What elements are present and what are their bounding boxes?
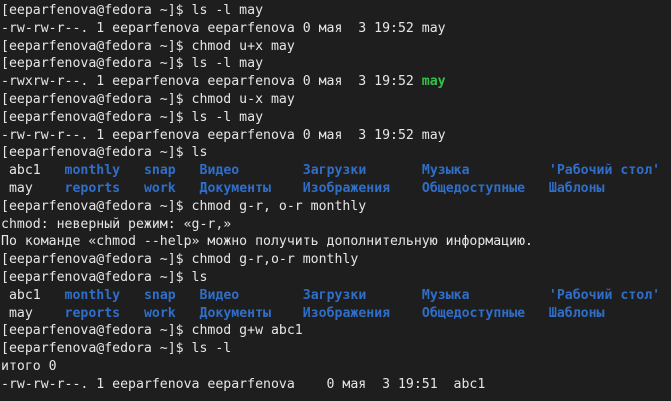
terminal-line: [eeparfenova@fedora ~]$ ls -l may [1,109,671,127]
terminal-line: -rw-rw-r--. 1 eeparfenova eeparfenova 0 … [1,20,671,38]
terminal-line: итого 0 [1,358,671,376]
terminal-text: [eeparfenova@fedora ~]$ ls -l [1,341,232,357]
directory-name: Музыка [421,287,470,303]
terminal-output[interactable]: [eeparfenova@fedora ~]$ ls -l may -rw-rw-… [0,0,671,401]
terminal-text: abc1 [1,163,65,179]
directory-name: 'Рабочий стол' [548,287,661,303]
terminal-text: По команде «chmod --help» можно получить… [1,234,533,250]
terminal-line: [eeparfenova@fedora ~]$ chmod u+x may [1,38,671,56]
terminal-line: abc1 monthly snap Видео Загрузки Музыка … [1,162,671,180]
terminal-text: [eeparfenova@fedora ~]$ ls -l may [1,56,264,72]
directory-name: Изображения [302,305,391,321]
directory-name: reports [64,305,121,321]
directory-name: Документы [199,305,271,321]
directory-name: Шаблоны [548,180,605,196]
terminal-line: -rw-rw-r--. 1 eeparfenova eeparfenova 0 … [1,376,671,394]
terminal-text: may [1,180,65,196]
terminal-text: [eeparfenova@fedora ~]$ chmod g-r, o-r m… [1,198,367,214]
terminal-line: -rwxrw-r--. 1 eeparfenova eeparfenova 0 … [1,73,671,91]
terminal-text: [eeparfenova@fedora ~]$ chmod u+x may [1,38,295,54]
directory-name: 'Рабочий стол' [548,163,661,179]
terminal-line: may reports work Документы Изображения О… [1,180,671,198]
directory-name: Общедоступные [421,180,526,196]
terminal-text: abc1 [1,287,65,303]
directory-name: work [143,305,176,321]
directory-name: Изображения [302,180,391,196]
directory-name: Видео [199,287,240,303]
terminal-line: chmod: неверный режим: «g-r,» [1,216,671,234]
directory-name: Шаблоны [548,305,605,321]
directory-name: snap [143,287,176,303]
terminal-line: [eeparfenova@fedora ~]$ ls [1,144,671,162]
directory-name: Загрузки [302,287,367,303]
executable-file-name: may [421,74,446,90]
directory-name: snap [143,163,176,179]
terminal-text: итого 0 [1,358,57,374]
terminal-line: [eeparfenova@fedora ~]$ chmod g-r,o-r mo… [1,251,671,269]
terminal-text: [eeparfenova@fedora ~]$ chmod g+w abc1 [1,323,303,339]
terminal-text: [eeparfenova@fedora ~]$ chmod u-x may [1,91,295,107]
directory-name: reports [64,180,121,196]
terminal-line: [eeparfenova@fedora ~]$ ls -l may [1,2,671,20]
terminal-text: -rwxrw-r--. 1 eeparfenova eeparfenova 0 … [1,74,422,90]
terminal-text: may [1,305,65,321]
directory-name: Музыка [421,163,470,179]
terminal-text: [eeparfenova@fedora ~]$ ls [1,145,208,161]
terminal-line: [eeparfenova@fedora ~]$ ls -l [1,340,671,358]
terminal-text: [eeparfenova@fedora ~]$ chmod g-r,o-r mo… [1,252,359,268]
directory-name: monthly [64,163,121,179]
terminal-text: [eeparfenova@fedora ~]$ ls -l may [1,109,264,125]
directory-name: Видео [199,163,240,179]
terminal-line: [eeparfenova@fedora ~]$ chmod g+w abc1 [1,322,671,340]
terminal-text: [eeparfenova@fedora ~]$ ls -l may [1,3,264,18]
terminal-line: [eeparfenova@fedora ~]$ ls [1,269,671,287]
terminal-line: [eeparfenova@fedora ~]$ ls -l may [1,55,671,73]
terminal-line: -rw-rw-r--. 1 eeparfenova eeparfenova 0 … [1,127,671,145]
directory-name: monthly [64,287,121,303]
terminal-line: [eeparfenova@fedora ~]$ chmod g-r, o-r m… [1,198,671,216]
terminal-line: may reports work Документы Изображения О… [1,305,671,323]
directory-name: Документы [199,180,271,196]
directory-name: Загрузки [302,163,367,179]
terminal-text: chmod: неверный режим: «g-r,» [1,216,232,232]
terminal-text: -rw-rw-r--. 1 eeparfenova eeparfenova 0 … [1,20,446,36]
terminal-line: abc1 monthly snap Видео Загрузки Музыка … [1,287,671,305]
terminal-text: [eeparfenova@fedora ~]$ ls [1,269,208,285]
terminal-line: [eeparfenova@fedora ~]$ chmod u-x may [1,91,671,109]
directory-name: Общедоступные [421,305,526,321]
terminal-text: -rw-rw-r--. 1 eeparfenova eeparfenova 0 … [1,127,446,143]
directory-name: work [143,180,176,196]
terminal-text: -rw-rw-r--. 1 eeparfenova eeparfenova 0 … [1,376,486,392]
terminal-line: По команде «chmod --help» можно получить… [1,233,671,251]
